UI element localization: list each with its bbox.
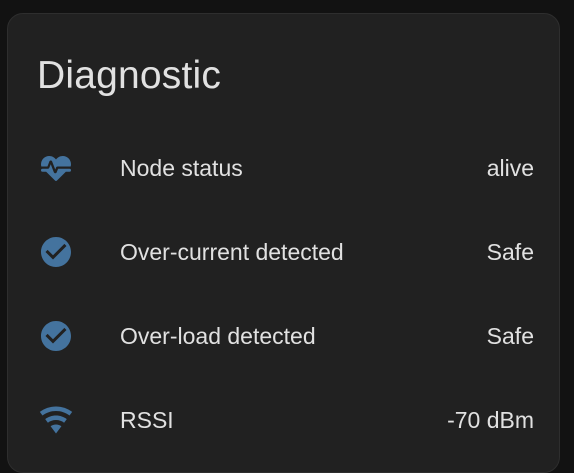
entity-label: Over-load detected (120, 323, 316, 349)
entity-row-over-current[interactable]: Over-current detected Safe (8, 228, 561, 276)
entity-row-over-load[interactable]: Over-load detected Safe (8, 312, 561, 360)
entity-label: Node status (120, 155, 243, 181)
entity-label: Over-current detected (120, 239, 344, 265)
diagnostic-card: Diagnostic Node status alive Over-curren… (7, 13, 560, 473)
entity-state: Safe (486, 323, 534, 349)
entity-state: alive (486, 155, 534, 181)
entity-label: RSSI (120, 407, 174, 433)
heart-pulse-icon (38, 150, 74, 186)
check-circle-icon (38, 318, 74, 354)
check-circle-icon (38, 234, 74, 270)
card-title: Diagnostic (37, 54, 222, 97)
wifi-icon (38, 402, 74, 438)
entity-state: Safe (486, 239, 534, 265)
entity-state: -70 dBm (447, 407, 534, 433)
entity-row-rssi[interactable]: RSSI -70 dBm (8, 396, 561, 444)
entity-row-node-status[interactable]: Node status alive (8, 144, 561, 192)
